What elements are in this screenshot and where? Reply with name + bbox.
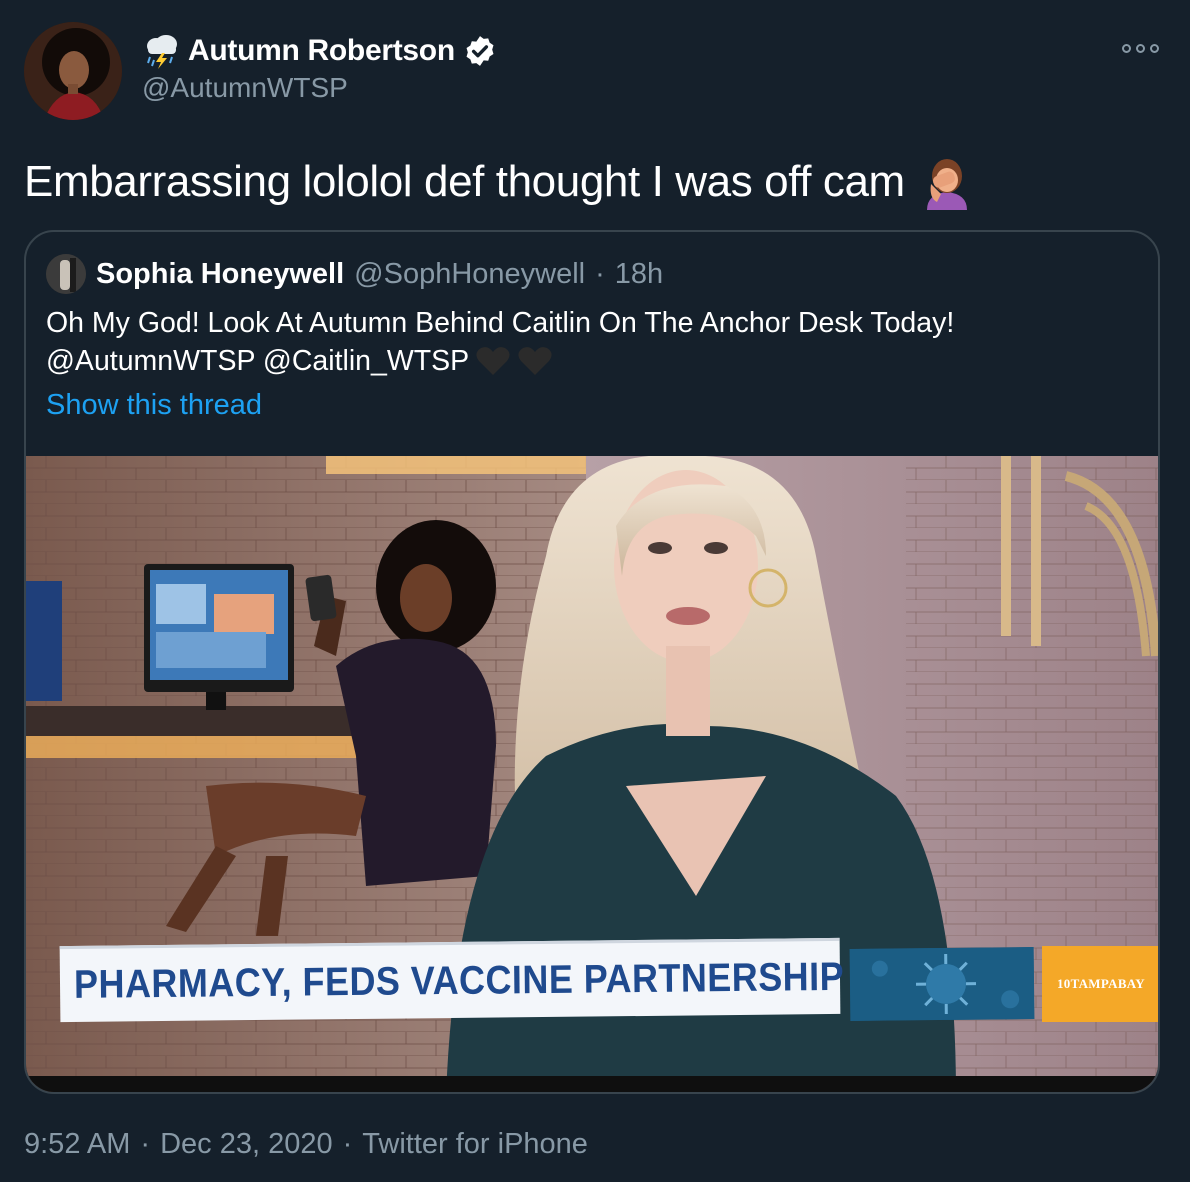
quoted-text-line2-row: @AutumnWTSP @Caitlin_WTSP (46, 342, 1136, 380)
chyron-text: PHARMACY, FEDS VACCINE PARTNERSHIP (73, 954, 845, 1007)
quoted-mentions: @AutumnWTSP @Caitlin_WTSP (46, 345, 470, 377)
tweet-timestamp-row: 9:52 AM · Dec 23, 2020 · Twitter for iPh… (24, 1124, 588, 1164)
author-display-name[interactable]: Autumn Robertson (188, 34, 455, 68)
quoted-tweet-card[interactable]: Sophia Honeywell @SophHoneywell · 18h Oh… (24, 230, 1160, 1094)
show-thread-link[interactable]: Show this thread (46, 389, 262, 422)
timestamp-separator: · (140, 1127, 151, 1160)
station-logo: 10TAMPABAY (1042, 946, 1158, 1022)
tweet-date[interactable]: Dec 23, 2020 (160, 1128, 333, 1161)
station-logo-text: 10TAMPABAY (1057, 976, 1145, 991)
tweet-time[interactable]: 9:52 AM (24, 1128, 130, 1161)
quoted-separator: · (595, 257, 605, 290)
author-avatar[interactable] (24, 22, 122, 120)
news-chyron: PHARMACY, FEDS VACCINE PARTNERSHIP (59, 937, 845, 1023)
cloud-lightning-rain-icon (142, 33, 180, 69)
author-name-row[interactable]: Autumn Robertson (142, 30, 497, 72)
quoted-tweet-body: Oh My God! Look At Autumn Behind Caitlin… (46, 304, 1136, 380)
timestamp-separator: · (342, 1127, 353, 1160)
quoted-tweet-media[interactable]: PHARMACY, FEDS VACCINE PARTNERSHIP 10TAM… (26, 456, 1158, 1092)
tweet-text-content: Embarrassing lololol def thought I was o… (24, 157, 905, 206)
black-heart-icon (475, 345, 511, 377)
black-heart-icon (517, 345, 553, 377)
more-options-icon[interactable] (1118, 38, 1162, 58)
virus-graphic-icon (849, 947, 1035, 1021)
quoted-author-name: Sophia Honeywell (96, 257, 345, 290)
quoted-author-handle: @SophHoneywell (354, 257, 586, 290)
quoted-author-avatar (46, 254, 86, 294)
tweet-text: Embarrassing lololol def thought I was o… (24, 152, 971, 212)
quoted-age: 18h (614, 257, 664, 290)
tweet-source-link[interactable]: Twitter for iPhone (362, 1128, 588, 1161)
person-facepalming-icon (923, 154, 971, 210)
quoted-tweet-header: Sophia Honeywell @SophHoneywell · 18h (46, 254, 663, 294)
author-handle[interactable]: @AutumnWTSP (142, 72, 348, 104)
quoted-text-line1: Oh My God! Look At Autumn Behind Caitlin… (46, 307, 955, 339)
verified-badge-icon (463, 34, 497, 68)
